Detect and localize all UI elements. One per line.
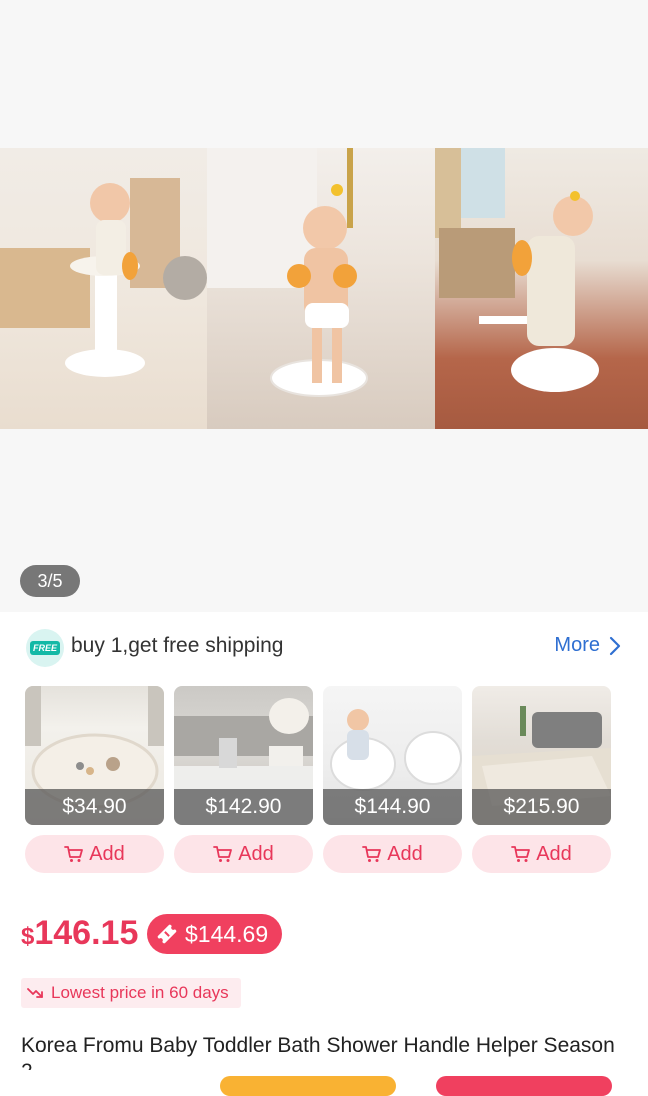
price-amount: 146.15 <box>34 914 139 952</box>
product-thumbnail[interactable]: $144.90 <box>323 686 462 825</box>
free-shipping-icon: FREE <box>26 629 64 667</box>
related-product-2[interactable]: $142.90 Add <box>174 686 313 873</box>
chevron-right-icon <box>609 636 621 655</box>
coupon-price-badge[interactable]: $144.69 <box>147 914 283 954</box>
product-photo-3 <box>435 148 648 429</box>
product-price: $215.90 <box>472 789 611 825</box>
product-thumbnail[interactable]: $215.90 <box>472 686 611 825</box>
add-label: Add <box>387 842 423 865</box>
lowest-price-badge: Lowest price in 60 days <box>21 978 241 1008</box>
add-to-cart-main-button[interactable] <box>220 1076 396 1096</box>
product-thumbnail[interactable]: $34.90 <box>25 686 164 825</box>
lowest-price-text: Lowest price in 60 days <box>51 983 229 1002</box>
add-to-cart-button[interactable]: Add <box>25 835 164 873</box>
product-price: $34.90 <box>25 789 164 825</box>
more-label: More <box>554 634 600 656</box>
gallery-image[interactable] <box>0 148 648 429</box>
related-product-3[interactable]: $144.90 Add <box>323 686 462 873</box>
buy-now-button[interactable] <box>436 1076 612 1096</box>
add-to-cart-button[interactable]: Add <box>323 835 462 873</box>
add-label: Add <box>238 842 274 865</box>
add-to-cart-button[interactable]: Add <box>472 835 611 873</box>
coupon-price-value: $144.69 <box>185 920 269 947</box>
cart-icon <box>213 846 233 862</box>
trend-down-icon <box>27 988 43 998</box>
coupon-icon <box>157 924 177 944</box>
product-image-gallery[interactable]: 3/5 <box>0 0 648 612</box>
related-product-4[interactable]: $215.90 Add <box>472 686 611 873</box>
product-price: $142.90 <box>174 789 313 825</box>
related-product-1[interactable]: $34.90 Add <box>25 686 164 873</box>
promo-title: buy 1,get free shipping <box>71 634 284 657</box>
related-products-list: $34.90 Add $142.90 Add $144.90 Add $215.… <box>25 686 625 873</box>
cart-icon <box>511 846 531 862</box>
product-photo-2 <box>207 148 435 429</box>
product-thumbnail[interactable]: $142.90 <box>174 686 313 825</box>
product-price: $144.90 <box>323 789 462 825</box>
free-badge-label: FREE <box>29 641 60 655</box>
add-label: Add <box>536 842 572 865</box>
more-link[interactable]: More <box>554 634 622 657</box>
shipping-promo-section: FREE buy 1,get free shipping More $34.90 <box>0 612 648 882</box>
cart-icon <box>362 846 382 862</box>
image-page-indicator: 3/5 <box>20 565 80 597</box>
cart-icon <box>64 846 84 862</box>
product-photo-1 <box>0 148 207 429</box>
current-price: $146.15 <box>21 914 138 953</box>
add-to-cart-button[interactable]: Add <box>174 835 313 873</box>
currency-symbol: $ <box>21 923 35 950</box>
add-label: Add <box>89 842 125 865</box>
